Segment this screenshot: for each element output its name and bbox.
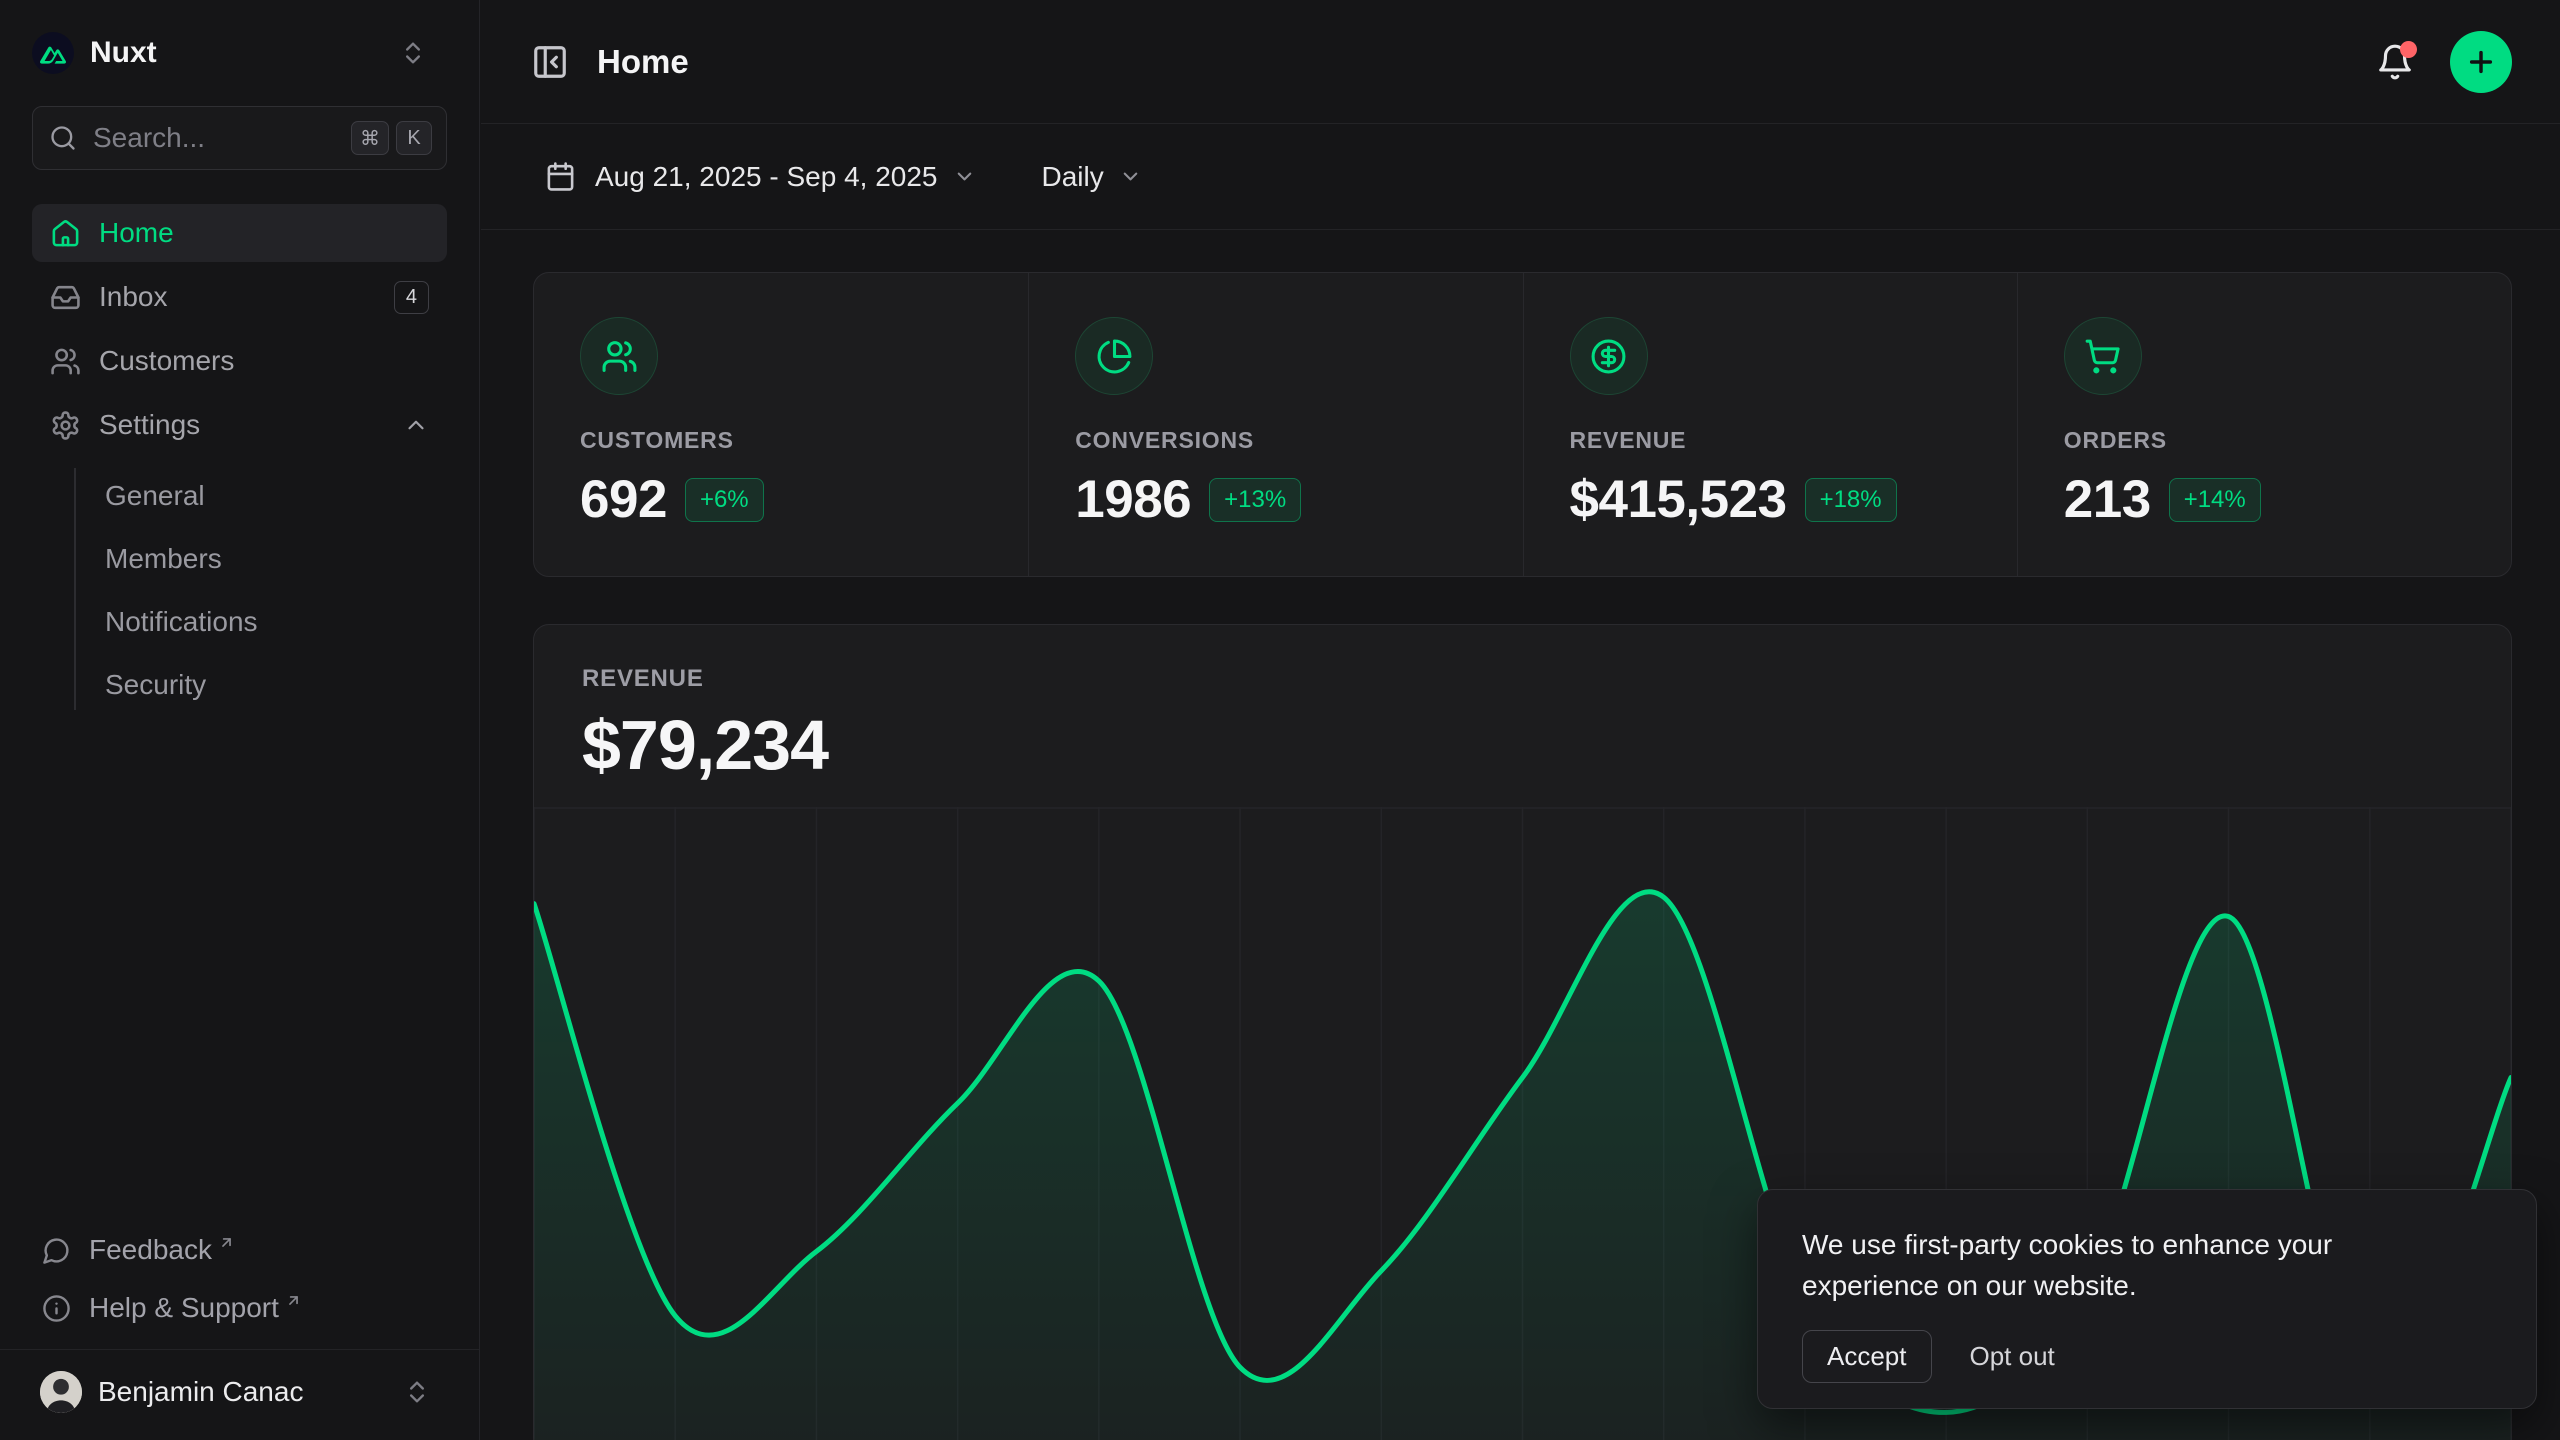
kbd-cmd: ⌘ — [351, 121, 389, 155]
opt-out-button[interactable]: Opt out — [1970, 1341, 2055, 1372]
pie-chart-icon — [1075, 317, 1153, 395]
sidebar-item-label: Home — [99, 217, 174, 249]
gear-icon — [50, 410, 81, 441]
stat-label: CONVERSIONS — [1075, 427, 1476, 454]
sidebar-divider — [0, 1349, 479, 1350]
sidebar-item-general[interactable]: General — [105, 464, 447, 527]
chevrons-up-down-icon — [403, 1378, 431, 1406]
sidebar-item-label: Customers — [99, 345, 234, 377]
stat-orders[interactable]: ORDERS 213 +14% — [2017, 273, 2511, 576]
sidebar-item-inbox[interactable]: Inbox 4 — [32, 268, 447, 326]
plus-icon — [2465, 46, 2497, 78]
sidebar: Nuxt ⌘ K Home Inb — [0, 0, 480, 1440]
chevron-down-icon — [953, 165, 976, 188]
inbox-icon — [50, 282, 81, 313]
page-title: Home — [597, 43, 689, 81]
stat-value: 213 — [2064, 469, 2151, 530]
sidebar-item-settings[interactable]: Settings — [32, 396, 447, 454]
sidebar-footer: Feedback Help & Support Benjamin — [0, 1221, 479, 1440]
chat-bubble-icon — [42, 1236, 71, 1265]
chevron-up-icon — [403, 412, 429, 438]
sidebar-item-customers[interactable]: Customers — [32, 332, 447, 390]
stat-conversions[interactable]: CONVERSIONS 1986 +13% — [1028, 273, 1522, 576]
nuxt-logo-icon — [32, 32, 74, 74]
subnav-guide-line — [74, 468, 76, 710]
notification-dot — [2400, 41, 2417, 58]
collapse-sidebar-icon[interactable] — [531, 43, 569, 81]
help-support-label: Help & Support — [89, 1292, 279, 1324]
user-menu[interactable]: Benjamin Canac — [32, 1360, 447, 1424]
help-support-link[interactable]: Help & Support — [32, 1279, 447, 1337]
kbd-k: K — [396, 121, 432, 155]
users-icon — [50, 346, 81, 377]
info-circle-icon — [42, 1294, 71, 1323]
workspace-name: Nuxt — [90, 36, 399, 70]
settings-subnav: General Members Notifications Security — [32, 464, 447, 716]
stat-label: CUSTOMERS — [580, 427, 982, 454]
stat-customers[interactable]: CUSTOMERS 692 +6% — [534, 273, 1028, 576]
notifications-button[interactable] — [2376, 43, 2414, 81]
external-link-icon — [285, 1292, 302, 1309]
user-name: Benjamin Canac — [98, 1376, 403, 1408]
accept-button[interactable]: Accept — [1802, 1330, 1932, 1383]
home-icon — [50, 218, 81, 249]
search-box[interactable]: ⌘ K — [32, 106, 447, 170]
sidebar-item-security[interactable]: Security — [105, 653, 447, 716]
workspace-switcher[interactable]: Nuxt — [32, 30, 447, 76]
feedback-link[interactable]: Feedback — [32, 1221, 447, 1279]
date-range-value: Aug 21, 2025 - Sep 4, 2025 — [595, 161, 938, 193]
filters-toolbar: Aug 21, 2025 - Sep 4, 2025 Daily — [481, 124, 2560, 230]
chevrons-up-down-icon — [399, 39, 427, 67]
cookie-banner: We use first-party cookies to enhance yo… — [1757, 1189, 2537, 1409]
granularity-value: Daily — [1042, 161, 1104, 193]
stat-value: 1986 — [1075, 469, 1191, 530]
dollar-circle-icon — [1570, 317, 1648, 395]
sidebar-item-home[interactable]: Home — [32, 204, 447, 262]
stat-label: REVENUE — [1570, 427, 1971, 454]
app-root: Nuxt ⌘ K Home Inb — [0, 0, 2560, 1440]
stat-delta-badge: +13% — [1209, 478, 1301, 522]
sidebar-item-members[interactable]: Members — [105, 527, 447, 590]
cookie-actions: Accept Opt out — [1802, 1330, 2492, 1383]
granularity-select[interactable]: Daily — [1042, 161, 1142, 193]
date-range-picker[interactable]: Aug 21, 2025 - Sep 4, 2025 — [545, 161, 976, 193]
stat-delta-badge: +14% — [2169, 478, 2261, 522]
stat-delta-badge: +6% — [685, 478, 764, 522]
stat-label: ORDERS — [2064, 427, 2465, 454]
sidebar-nav: Home Inbox 4 Customers Settings — [0, 204, 479, 716]
cookie-message: We use first-party cookies to enhance yo… — [1802, 1224, 2432, 1306]
sidebar-item-label: Inbox — [99, 281, 168, 313]
page-header: Home — [481, 0, 2560, 124]
avatar — [40, 1371, 82, 1413]
sidebar-item-label: Settings — [99, 409, 200, 441]
stat-value: 692 — [580, 469, 667, 530]
inbox-count-badge: 4 — [394, 281, 429, 314]
external-link-icon — [218, 1234, 235, 1251]
sidebar-item-notifications[interactable]: Notifications — [105, 590, 447, 653]
calendar-icon — [545, 161, 576, 192]
header-actions — [2376, 31, 2512, 93]
revenue-chart-value: $79,234 — [582, 705, 2463, 785]
revenue-chart-header: REVENUE $79,234 — [534, 625, 2511, 785]
users-icon — [580, 317, 658, 395]
search-input[interactable] — [93, 122, 344, 154]
stats-summary-card: CUSTOMERS 692 +6% CONVERSIONS 1986 +13% — [533, 272, 2512, 577]
cart-icon — [2064, 317, 2142, 395]
stat-revenue[interactable]: REVENUE $415,523 +18% — [1523, 273, 2017, 576]
revenue-chart-label: REVENUE — [582, 665, 2463, 693]
stat-delta-badge: +18% — [1805, 478, 1897, 522]
search-icon — [49, 124, 77, 152]
feedback-label: Feedback — [89, 1234, 212, 1266]
stat-value: $415,523 — [1570, 469, 1787, 530]
add-button[interactable] — [2450, 31, 2512, 93]
chevron-down-icon — [1119, 165, 1142, 188]
